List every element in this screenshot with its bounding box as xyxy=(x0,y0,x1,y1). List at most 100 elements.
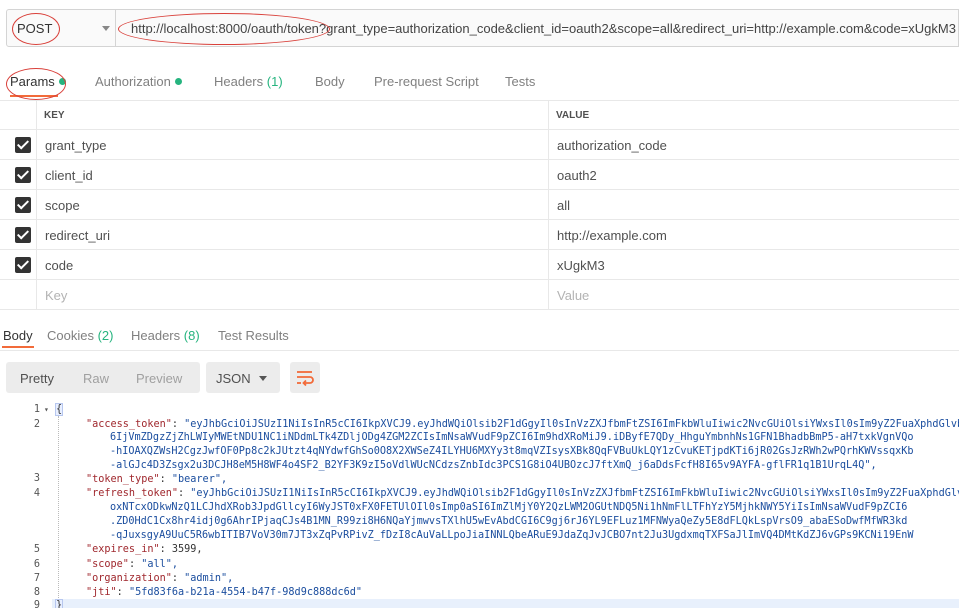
tab-params[interactable]: Params xyxy=(10,74,66,89)
wrap-lines-icon xyxy=(297,371,314,387)
param-value[interactable]: oauth2 xyxy=(557,168,597,183)
param-key[interactable]: grant_type xyxy=(45,138,106,153)
code-line: "organization": "admin", xyxy=(86,573,234,584)
chevron-down-icon xyxy=(259,376,267,381)
preview-button[interactable]: Preview xyxy=(136,371,182,386)
code-line: "expires_in": 3599, xyxy=(86,544,203,555)
row-enabled-checkbox[interactable] xyxy=(15,227,31,243)
json-key: "jti" xyxy=(86,587,117,598)
column-divider xyxy=(36,101,37,129)
column-divider xyxy=(36,250,37,279)
column-divider xyxy=(36,280,37,309)
code-line: "jti": "5fd83f6a-b21a-4554-b47f-98d9c888… xyxy=(86,587,363,598)
open-brace: { xyxy=(54,403,64,416)
code-line: { xyxy=(54,403,64,416)
param-key[interactable]: redirect_uri xyxy=(45,228,110,243)
format-label: JSON xyxy=(216,371,251,386)
json-key: "access_token" xyxy=(86,419,172,430)
json-string: "bearer", xyxy=(171,474,228,485)
json-string: "admin", xyxy=(184,573,234,584)
code-line-wrap: -alGJc4D3Zsgx2u3DCJH8eM5H8WF4o4SF2_B2YF3… xyxy=(110,460,877,472)
line-number: 9 xyxy=(33,600,40,608)
request-bar: POST http://localhost:8000/oauth/token?g… xyxy=(0,0,959,58)
tab-prerequest-script[interactable]: Pre-request Script xyxy=(374,74,479,89)
column-divider xyxy=(36,220,37,249)
json-string: 6IjVmZDgzZjZhLWIyMWEtNDU1NC1iNDdmLTk4ZDl… xyxy=(110,432,914,443)
line-number: 3 xyxy=(33,473,40,484)
param-key[interactable]: scope xyxy=(45,198,80,213)
line-number: 7 xyxy=(33,573,40,584)
column-divider xyxy=(36,130,37,159)
tab-response-headers-label: Headers xyxy=(131,328,181,343)
key-column-header: KEY xyxy=(44,110,65,121)
json-string: .ZD0HdC1Cx8hr4idj0g6AhrIPjaqCJs4B1MN_R99… xyxy=(110,516,908,527)
param-value[interactable]: xUgkM3 xyxy=(557,258,605,273)
json-string: "all", xyxy=(141,559,179,570)
row-enabled-checkbox[interactable] xyxy=(15,167,31,183)
fold-arrow-icon[interactable]: ▾ xyxy=(44,404,49,416)
row-enabled-checkbox[interactable] xyxy=(15,197,31,213)
param-key[interactable]: client_id xyxy=(45,168,93,183)
line-number: 6 xyxy=(33,559,40,570)
code-line: "scope": "all", xyxy=(86,559,179,570)
tab-params-label: Params xyxy=(10,74,55,89)
active-line-highlight xyxy=(0,599,959,608)
tab-headers-label: Headers xyxy=(214,74,264,89)
active-tab-indicator xyxy=(10,95,58,97)
param-value[interactable]: all xyxy=(557,198,570,213)
tab-headers[interactable]: Headers (1) xyxy=(214,74,283,89)
row-enabled-checkbox[interactable] xyxy=(15,137,31,153)
tab-authorization-label: Authorization xyxy=(95,74,171,89)
new-key-input[interactable]: Key xyxy=(45,288,67,303)
status-dot-icon xyxy=(58,78,66,85)
tab-body[interactable]: Body xyxy=(315,74,345,89)
url-text: http://localhost:8000/oauth/token?grant_… xyxy=(131,21,956,36)
json-string: oxNTcxODkwNzQ1LCJhdXRob3JpdGllcyI6WyJST0… xyxy=(110,502,908,513)
row-enabled-checkbox[interactable] xyxy=(15,257,31,273)
tab-cookies-label: Cookies xyxy=(47,328,94,343)
code-line-wrap: .ZD0HdC1Cx8hr4idj0g6AhrIPjaqCJs4B1MN_R99… xyxy=(110,516,907,528)
format-select[interactable]: JSON xyxy=(206,362,280,393)
request-tabs: Params Authorization Headers (1) Body Pr… xyxy=(0,66,959,100)
chevron-down-icon xyxy=(102,26,110,31)
tab-headers-count: (1) xyxy=(266,74,283,89)
column-divider xyxy=(548,130,549,159)
tab-test-results[interactable]: Test Results xyxy=(218,328,289,343)
tab-response-body[interactable]: Body xyxy=(3,328,33,343)
column-divider xyxy=(548,101,549,129)
table-row: redirect_uri http://example.com xyxy=(0,220,959,250)
tab-tests[interactable]: Tests xyxy=(505,74,535,89)
params-table-header: KEY VALUE xyxy=(0,100,959,130)
json-string: -hIOAXQZWsH2CgzJwfOF0Pp8c2kJUtzt4qNYdwfG… xyxy=(110,446,914,457)
code-line-wrap: oxNTcxODkwNzQ1LCJhdXRob3JpdGllcyI6WyJST0… xyxy=(110,502,907,514)
code-line-wrap: -hIOAXQZWsH2CgzJwfOF0Pp8c2kJUtzt4qNYdwfG… xyxy=(110,446,913,458)
new-value-input[interactable]: Value xyxy=(557,288,589,303)
json-key: "expires_in" xyxy=(86,544,160,555)
column-divider xyxy=(548,190,549,219)
pretty-button[interactable]: Pretty xyxy=(20,371,54,386)
json-string: -alGJc4D3Zsgx2u3DCJH8eM5H8WF4o4SF2_B2YF3… xyxy=(110,460,877,471)
wrap-lines-button[interactable] xyxy=(290,362,320,393)
raw-button[interactable]: Raw xyxy=(83,371,109,386)
active-tab-indicator xyxy=(2,346,34,348)
response-tabs: Body Cookies (2) Headers (8) Test Result… xyxy=(0,320,959,351)
param-key[interactable]: code xyxy=(45,258,73,273)
value-column-header: VALUE xyxy=(556,110,590,121)
json-key: "refresh_token" xyxy=(86,488,179,499)
table-row: scope all xyxy=(0,190,959,220)
tab-response-headers[interactable]: Headers (8) xyxy=(131,328,200,343)
param-value[interactable]: http://example.com xyxy=(557,228,667,243)
line-number: 8 xyxy=(33,587,40,598)
code-line: "refresh_token": "eyJhbGciOiJSUzI1NiIsIn… xyxy=(86,488,959,500)
param-value[interactable]: authorization_code xyxy=(557,138,667,153)
url-input[interactable]: http://localhost:8000/oauth/token?grant_… xyxy=(116,9,959,47)
response-body-editor[interactable]: 1 ▾ 2 3 4 5 6 7 8 9 { "access_token": "e… xyxy=(0,402,959,608)
status-dot-icon xyxy=(174,78,182,85)
close-brace: } xyxy=(54,599,64,608)
tab-cookies[interactable]: Cookies (2) xyxy=(47,328,113,343)
method-select[interactable]: POST xyxy=(6,9,116,47)
column-divider xyxy=(36,190,37,219)
method-label: POST xyxy=(17,21,53,36)
json-string: "eyJhbGciOiJSUzI1NiIsInR5cCI6IkpXVCJ9.ey… xyxy=(184,419,959,430)
tab-authorization[interactable]: Authorization xyxy=(95,74,182,89)
